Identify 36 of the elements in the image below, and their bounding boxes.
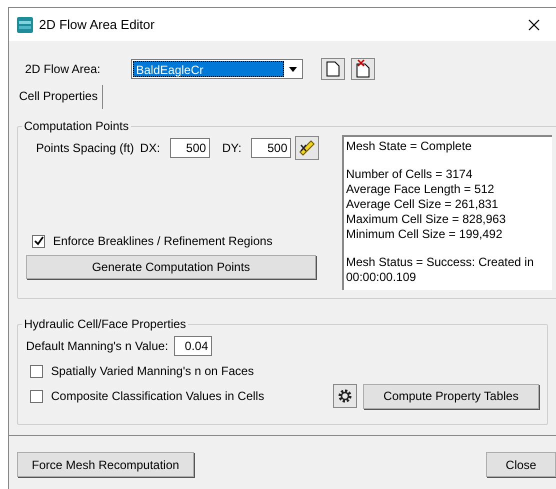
mannings-input[interactable]: 0.04	[174, 336, 212, 356]
field-label: DX:	[140, 140, 160, 157]
field-label: Default Manning's n Value:	[26, 338, 168, 355]
field-label: 2D Flow Area:	[25, 61, 102, 78]
force-recompute-button[interactable]: Force Mesh Recomputation	[17, 452, 194, 477]
mesh-info-line: Minimum Cell Size = 199,492	[346, 227, 504, 242]
mesh-info-line: Average Cell Size = 261,831	[346, 197, 500, 212]
xy-pencil-icon[interactable]	[295, 136, 320, 160]
checkbox-label: Enforce Breaklines / Refinement Regions	[53, 233, 272, 250]
mesh-info-line: Maximum Cell Size = 828,963	[346, 212, 507, 227]
dx-input[interactable]: 500	[170, 138, 210, 158]
mesh-info-line: Mesh State = Complete	[346, 139, 473, 154]
mesh-info-line: Number of Cells = 3174	[346, 167, 474, 182]
mesh-info-line: Mesh Status = Success: Created in 00:00:00.109	[346, 255, 535, 285]
checkbox[interactable]	[32, 234, 45, 248]
field-label: Points Spacing (ft)	[36, 140, 134, 157]
flow-area-dropdown[interactable]: BaldEagleCr	[131, 59, 303, 79]
group-title: Computation Points	[23, 118, 130, 135]
app-icon	[17, 16, 33, 32]
new-document-icon[interactable]	[321, 58, 345, 80]
checkbox-label: Spatially Varied Manning's n on Faces	[51, 363, 254, 380]
close-button[interactable]: Close	[486, 452, 556, 477]
compute-tables-button[interactable]: Compute Property Tables	[363, 384, 539, 408]
field-label: DY:	[222, 140, 242, 157]
mesh-info-line: Average Face Length = 512	[346, 182, 496, 197]
checkbox[interactable]	[30, 390, 43, 402]
checkbox[interactable]	[30, 364, 43, 378]
checkbox-label: Composite Classification Values in Cells	[51, 388, 264, 405]
group-title: Hydraulic Cell/Face Properties	[23, 316, 188, 333]
dy-input[interactable]: 500	[251, 138, 292, 158]
window-title: 2D Flow Area Editor	[39, 16, 156, 34]
settings-icon[interactable]	[333, 384, 357, 408]
close-icon[interactable]	[528, 18, 540, 30]
delete-document-icon[interactable]	[351, 58, 375, 80]
check-icon	[34, 236, 44, 246]
generate-points-button[interactable]: Generate Computation Points	[26, 255, 316, 279]
